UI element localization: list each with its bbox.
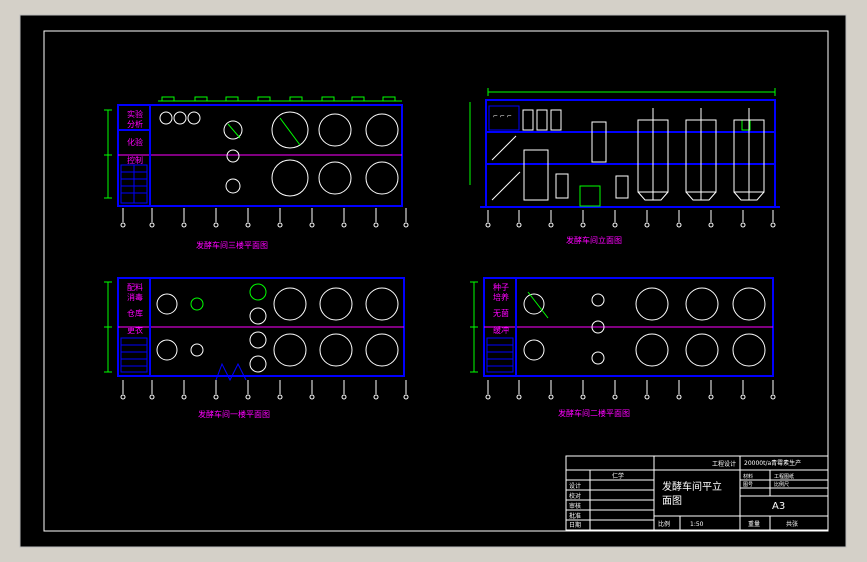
title-block-cell: 材料 (743, 473, 753, 480)
weight-label: 重量 (748, 520, 760, 528)
room-label: 控制 (127, 155, 143, 165)
room-label: 实验 (127, 109, 143, 119)
drawing-title: 发酵车间平立 (662, 480, 722, 493)
room-label: 仓库 (127, 308, 143, 318)
title-block-cell: 工程图纸 (774, 473, 794, 480)
scale-value: 1:50 (690, 521, 704, 528)
room-label: 缓冲 (493, 325, 509, 335)
room-label: 消毒 (127, 292, 143, 302)
scale-label: 比例 (658, 520, 670, 528)
sheet-size: A3 (772, 501, 785, 512)
total-label: 共张 (786, 520, 798, 528)
room-label: ⌐ ⌐ ⌐ (493, 113, 512, 120)
app-window: 实验 分析 化验 控制 发酵车间三楼平面图 ⌐ ⌐ ⌐ 发酵车间立面图 配料 消… (0, 0, 867, 562)
drawing-canvas[interactable]: 实验 分析 化验 控制 发酵车间三楼平面图 ⌐ ⌐ ⌐ 发酵车间立面图 配料 消… (0, 0, 867, 562)
title-block-row: 日期 (569, 521, 581, 529)
view-title: 发酵车间二楼平面图 (558, 408, 630, 418)
title-block-school: 仁学 (612, 472, 624, 480)
title-block-designer: 工程设计 (712, 460, 736, 468)
title-block-project: 20000t/a青霉素生产 (744, 459, 801, 467)
room-label: 化验 (127, 137, 143, 147)
room-label: 配料 (127, 282, 143, 292)
title-block-cell: 比例尺 (774, 481, 789, 488)
room-label: 无菌 (493, 308, 509, 318)
room-label: 分析 (127, 119, 143, 129)
room-label: 培养 (493, 292, 509, 302)
drawing-title: 面图 (662, 495, 682, 507)
title-block-row: 校对 (569, 492, 581, 500)
view-title: 发酵车间立面图 (566, 235, 622, 245)
title-block-cell: 图号 (743, 482, 753, 488)
view-title: 发酵车间一楼平面图 (198, 409, 270, 419)
title-block-row: 审核 (569, 502, 581, 510)
view-title: 发酵车间三楼平面图 (196, 240, 268, 250)
room-label: 更衣 (127, 325, 143, 335)
title-block-row: 批准 (569, 512, 581, 520)
room-label: 种子 (493, 282, 509, 292)
title-block-row: 设计 (569, 482, 581, 490)
